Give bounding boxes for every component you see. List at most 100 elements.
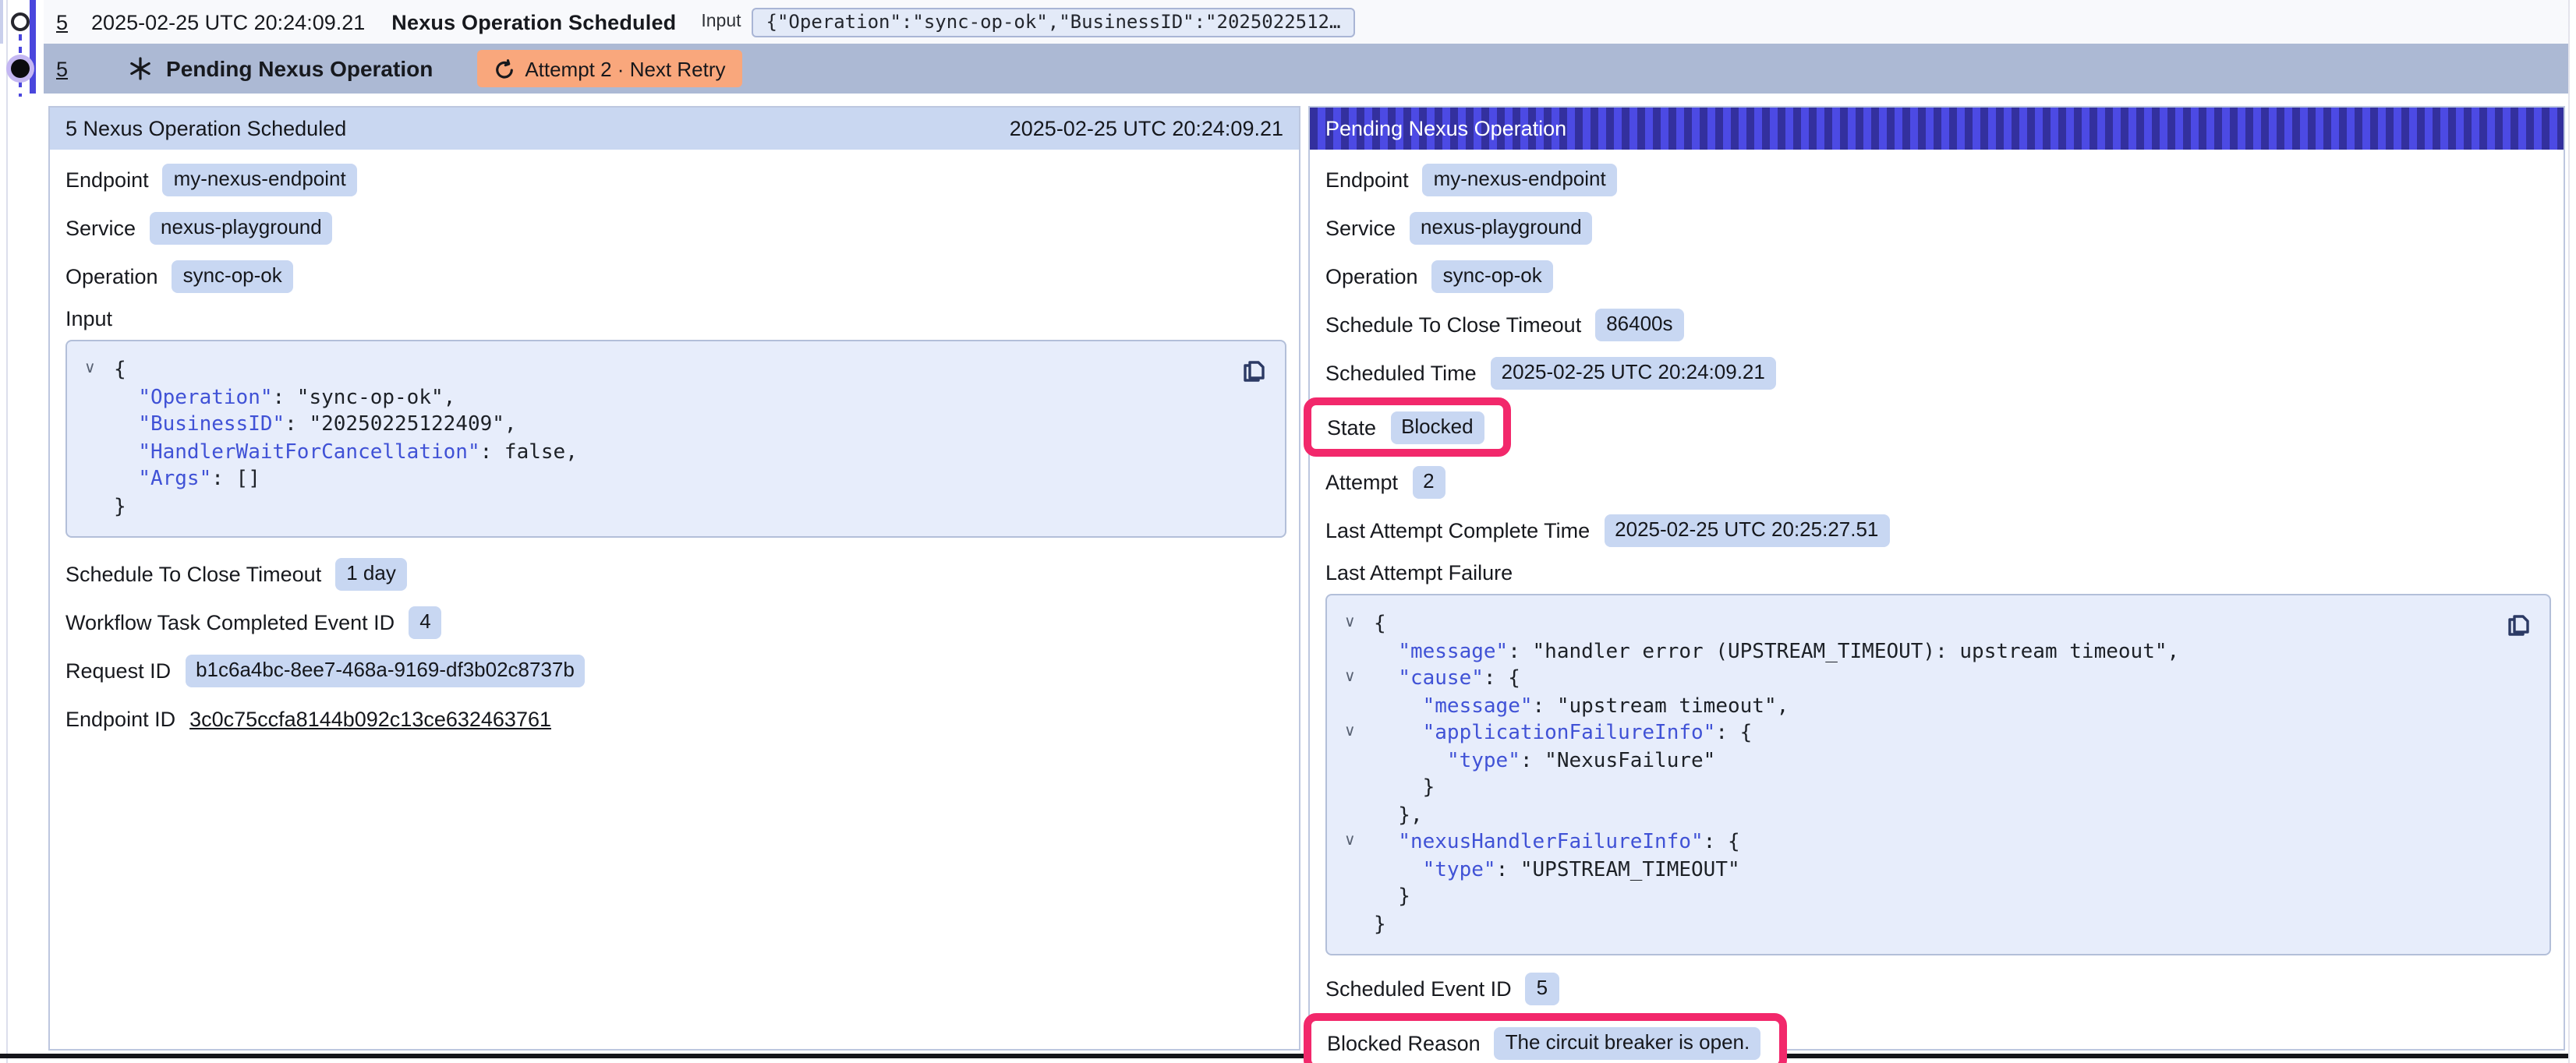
retry-badge-label: Attempt 2 · Next Retry (525, 57, 725, 80)
pending-operation-panel: Pending Nexus Operation Endpointmy-nexus… (1308, 106, 2565, 1051)
field-label: Schedule To Close Timeout (65, 562, 321, 585)
json-line: } (1327, 775, 2487, 802)
field-value-chip: my-nexus-endpoint (1423, 163, 1617, 196)
field-value-chip: 1 day (335, 557, 407, 590)
field-value-chip: Blocked (1390, 411, 1484, 443)
collapse-chevron-icon[interactable]: ∨ (1344, 725, 1356, 740)
input-section-label: Input (65, 307, 1286, 332)
highlight-box: Blocked ReasonThe circuit breaker is ope… (1304, 1013, 1787, 1063)
timeline-open-circle-icon (11, 12, 30, 31)
input-json-viewer: ∨{ "Operation": "sync-op-ok", "BusinessI… (65, 340, 1286, 538)
next-row-divider (0, 1054, 2576, 1058)
retry-icon (494, 58, 514, 79)
field-value-chip: 2025-02-25 UTC 20:25:27.51 (1604, 514, 1889, 546)
json-lines: ∨{ "Operation": "sync-op-ok", "BusinessI… (67, 357, 1223, 521)
event-id-link[interactable]: 5 (56, 10, 68, 34)
field-value-chip: 86400s (1595, 308, 1683, 341)
retry-status-badge: Attempt 2 · Next Retry (476, 50, 742, 87)
event-detail-panel-scheduled: 5 Nexus Operation Scheduled 2025-02-25 U… (48, 106, 1300, 1051)
timeline-filled-circle-icon (11, 59, 30, 78)
field-label: Attempt (1325, 470, 1398, 493)
scrollbar-track[interactable] (2568, 0, 2576, 1063)
field-value-chip: nexus-playground (150, 211, 333, 244)
field-row-attempt: Attempt 2 (1325, 464, 2551, 499)
fields-bottom: Scheduled Event ID5 Blocked ReasonThe cir… (1325, 971, 2551, 1063)
field-label: Operation (1325, 264, 1418, 288)
fields-top: Endpointmy-nexus-endpoint Service nexus-pl… (65, 162, 1286, 293)
copy-icon[interactable] (1241, 357, 1266, 382)
panel-header: 5 Nexus Operation Scheduled 2025-02-25 U… (50, 108, 1299, 150)
field-row-endpoint: Endpointmy-nexus-endpoint (1325, 162, 2551, 196)
field-label: Workflow Task Completed Event ID (65, 610, 395, 634)
endpoint-id-link[interactable]: 3c0c75ccfa8144b092c13ce632463761 (189, 707, 551, 730)
json-line: } (1327, 911, 2487, 938)
input-label: Input (701, 12, 741, 31)
field-row-service: Service nexus-playground (65, 210, 1286, 245)
field-row-request-id: Request IDb1c6a4bc-8ee7-468a-9169-df3b02… (65, 653, 1286, 687)
failure-json-viewer: ∨{ "message": "handler error (UPSTREAM_T… (1325, 594, 2551, 955)
selected-range-bar (30, 0, 36, 94)
field-row-endpoint-id: Endpoint ID 3c0c75ccfa8144b092c13ce63246… (65, 701, 1286, 736)
field-label: Scheduled Event ID (1325, 976, 1512, 1000)
field-row-operation: Operationsync-op-ok (1325, 259, 2551, 293)
asterisk-icon (127, 56, 152, 81)
panel-title: 5 Nexus Operation Scheduled (65, 117, 346, 140)
panel-title: Pending Nexus Operation (1325, 117, 1566, 140)
field-row-scheduled-time: Scheduled Time 2025-02-25 UTC 20:24:09.21 (1325, 355, 2551, 390)
json-line: "message": "handler error (UPSTREAM_TIME… (1327, 638, 2487, 666)
input-preview-chip[interactable]: {"Operation":"sync-op-ok","BusinessID":"… (752, 7, 1355, 37)
field-row-workflow-task-completed-event-id: Workflow Task Completed Event ID 4 (65, 605, 1286, 639)
json-line: } (1327, 884, 2487, 911)
json-line: ∨{ (67, 357, 1223, 384)
field-row-service: Service nexus-playground (1325, 210, 2551, 245)
field-row-schedule-to-close-timeout: Schedule To Close Timeout 1 day (65, 556, 1286, 591)
collapse-chevron-icon[interactable]: ∨ (1344, 834, 1356, 849)
field-row-last-attempt-complete-time: Last Attempt Complete Time2025-02-25 UTC… (1325, 513, 2551, 547)
field-row-state: StateBlocked (1327, 410, 1484, 444)
field-label: Operation (65, 264, 158, 288)
field-label: Endpoint ID (65, 707, 175, 730)
event-history-view: 5 2025-02-25 UTC 20:24:09.21 Nexus Opera… (0, 0, 2576, 1063)
json-line: ∨{ (1327, 611, 2487, 638)
json-line: ∨ "applicationFailureInfo": { (1327, 720, 2487, 747)
field-value-chip: 2 (1412, 465, 1445, 498)
field-label: Service (65, 216, 136, 239)
timeline-dashed-connector (19, 34, 22, 56)
field-label: Schedule To Close Timeout (1325, 313, 1581, 336)
collapse-chevron-icon[interactable]: ∨ (1344, 616, 1356, 631)
field-value-chip: 4 (409, 606, 441, 638)
json-line: "HandlerWaitForCancellation": false, (67, 439, 1223, 466)
field-row-schedule-to-close-timeout: Schedule To Close Timeout 86400s (1325, 307, 2551, 341)
json-line: "message": "upstream timeout", (1327, 693, 2487, 720)
collapse-chevron-icon[interactable]: ∨ (1344, 670, 1356, 686)
field-row-operation: Operationsync-op-ok (65, 259, 1286, 293)
json-lines: ∨{ "message": "handler error (UPSTREAM_T… (1327, 611, 2487, 938)
json-line: ∨ "cause": { (1327, 666, 2487, 693)
collapse-chevron-icon[interactable]: ∨ (84, 362, 96, 377)
json-line: } (67, 493, 1223, 521)
field-value-chip: my-nexus-endpoint (163, 163, 357, 196)
event-id-link[interactable]: 5 (56, 57, 68, 80)
event-row-scheduled[interactable]: 5 2025-02-25 UTC 20:24:09.21 Nexus Opera… (44, 0, 2570, 44)
json-line: }, (1327, 802, 2487, 829)
fields-bottom: Schedule To Close Timeout 1 day Workflow T… (65, 556, 1286, 687)
field-value-chip: The circuit breaker is open. (1495, 1026, 1761, 1059)
event-title: Pending Nexus Operation (166, 56, 433, 81)
field-value-chip: nexus-playground (1410, 211, 1593, 244)
timeline-rail-line (6, 0, 8, 1063)
panel-header-time: 2025-02-25 UTC 20:24:09.21 (1010, 117, 1283, 140)
field-row-blocked-reason: Blocked ReasonThe circuit breaker is ope… (1327, 1026, 1760, 1060)
panel-header-striped: Pending Nexus Operation (1310, 108, 2564, 150)
copy-icon[interactable] (2506, 611, 2531, 636)
json-line: "BusinessID": "20250225122409", (67, 411, 1223, 439)
field-label: Service (1325, 216, 1396, 239)
event-row-pending[interactable]: 5 Pending Nexus Operation Attempt 2 · Ne… (44, 44, 2570, 94)
field-label: Scheduled Time (1325, 361, 1477, 384)
field-value-chip: 2025-02-25 UTC 20:24:09.21 (1491, 356, 1776, 389)
failure-section-label: Last Attempt Failure (1325, 561, 2551, 586)
json-line: "Args": [] (67, 466, 1223, 493)
json-line: "Operation": "sync-op-ok", (67, 384, 1223, 411)
json-line: ∨ "nexusHandlerFailureInfo": { (1327, 829, 2487, 856)
field-row-endpoint: Endpointmy-nexus-endpoint (65, 162, 1286, 196)
field-row-scheduled-event-id: Scheduled Event ID5 (1325, 971, 2551, 1005)
